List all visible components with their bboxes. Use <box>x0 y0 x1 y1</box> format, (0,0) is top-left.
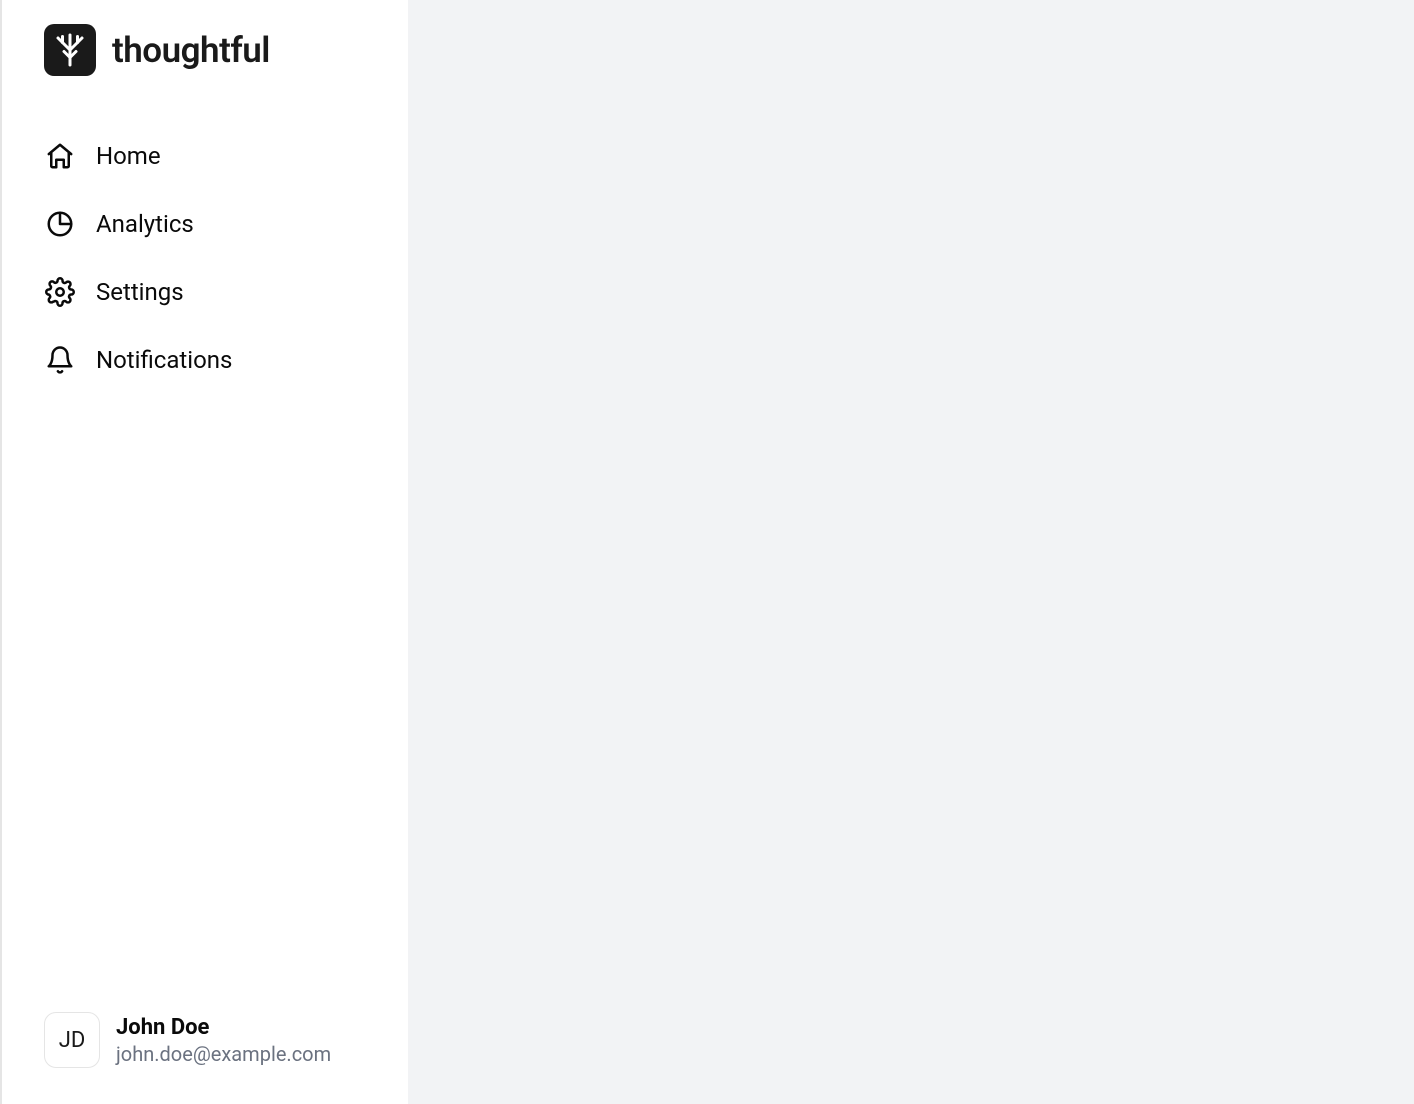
main-content <box>408 0 1414 1104</box>
user-name: John Doe <box>116 1015 331 1040</box>
gear-icon <box>44 276 76 308</box>
sidebar-item-label: Analytics <box>96 210 194 238</box>
sidebar-item-settings[interactable]: Settings <box>26 260 384 324</box>
bell-icon <box>44 344 76 376</box>
sidebar-item-label: Home <box>96 142 161 170</box>
sidebar-item-notifications[interactable]: Notifications <box>26 328 384 392</box>
sidebar-nav: Home Analytics Settings <box>2 124 408 392</box>
user-meta: John Doe john.doe@example.com <box>116 1015 331 1066</box>
sidebar-item-label: Settings <box>96 278 184 306</box>
avatar: JD <box>44 1012 100 1068</box>
user-profile[interactable]: JD John Doe john.doe@example.com <box>2 1012 408 1080</box>
sidebar-item-analytics[interactable]: Analytics <box>26 192 384 256</box>
brand-logo-icon <box>44 24 96 76</box>
brand: thoughtful <box>2 24 408 76</box>
brand-name: thoughtful <box>112 30 270 71</box>
user-email: john.doe@example.com <box>116 1042 331 1066</box>
sidebar-item-label: Notifications <box>96 346 232 374</box>
sidebar: thoughtful Home Analytics <box>0 0 408 1104</box>
spacer <box>2 392 408 1012</box>
home-icon <box>44 140 76 172</box>
pie-chart-icon <box>44 208 76 240</box>
sidebar-item-home[interactable]: Home <box>26 124 384 188</box>
